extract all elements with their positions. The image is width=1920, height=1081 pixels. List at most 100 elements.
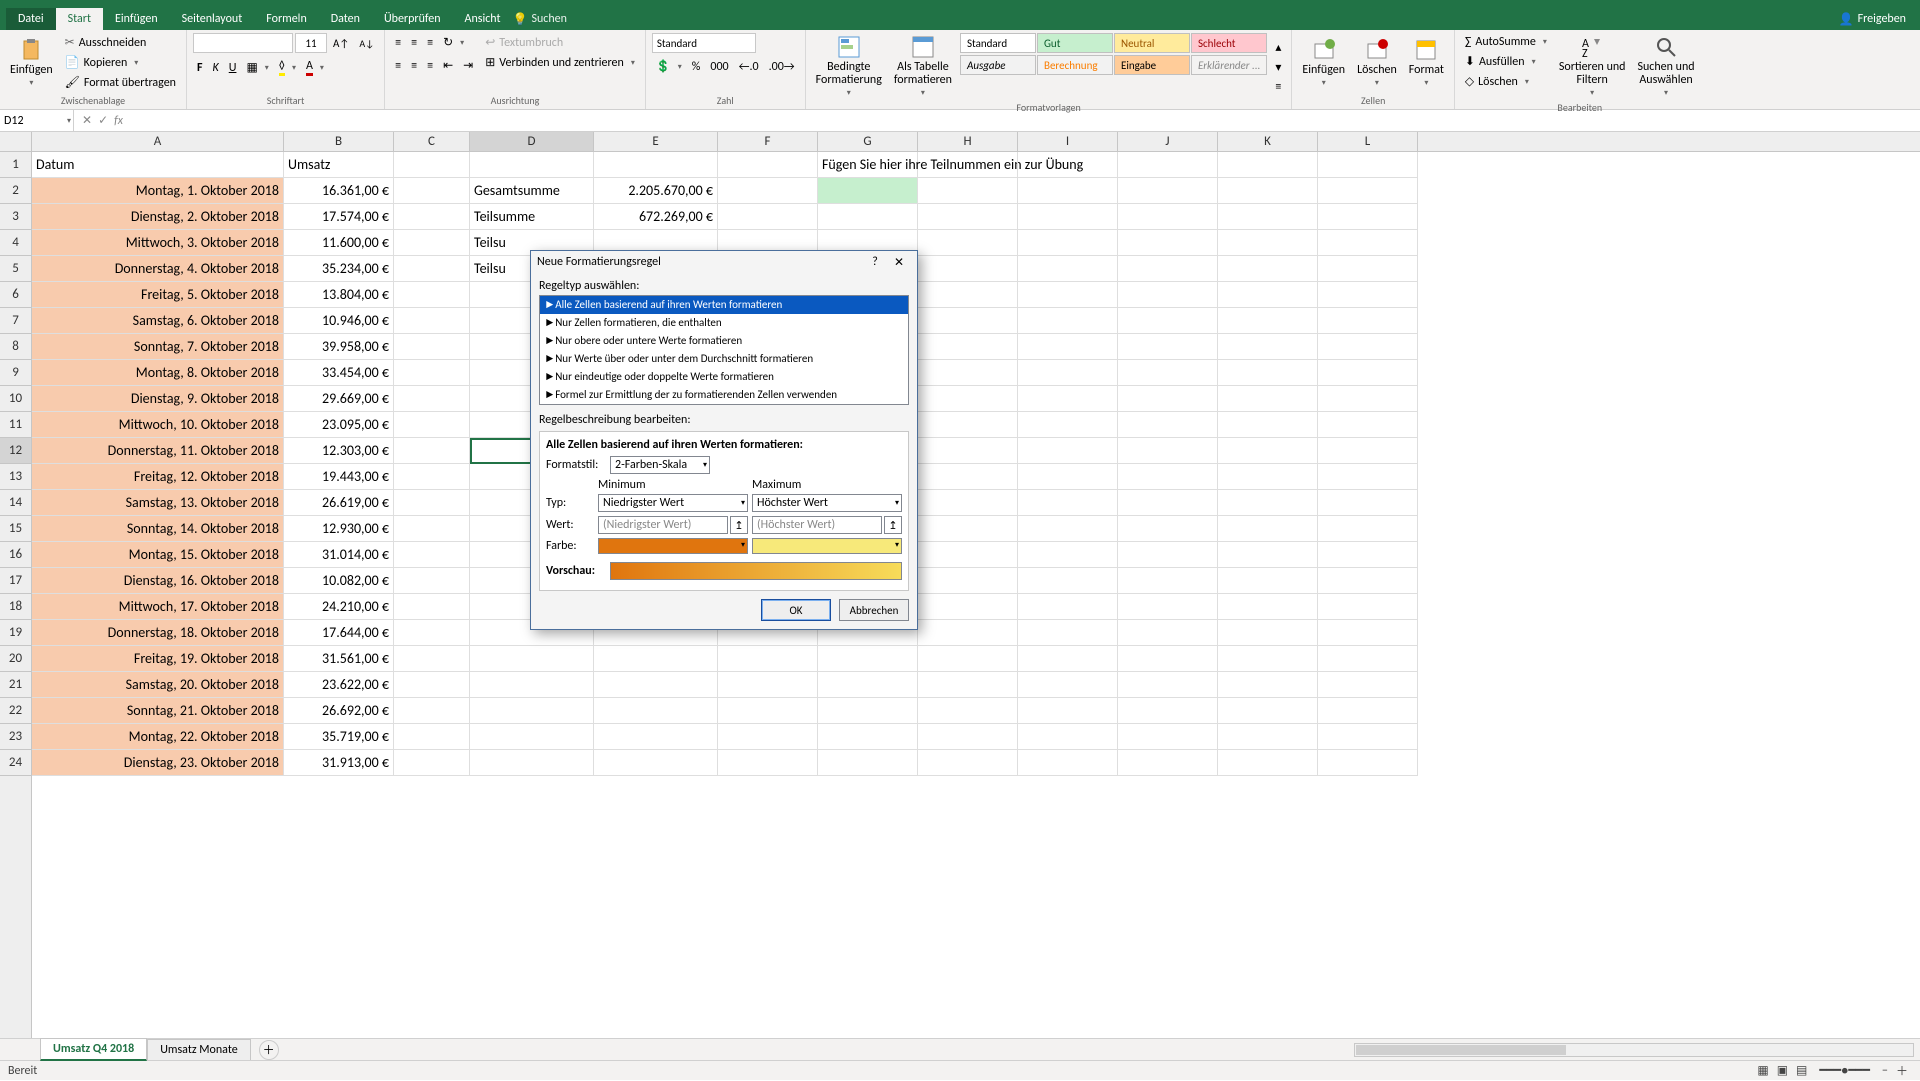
cell-K20[interactable]: [1218, 646, 1318, 672]
cell-K18[interactable]: [1218, 594, 1318, 620]
tab-formeln[interactable]: Formeln: [254, 8, 318, 30]
cell-C8[interactable]: [394, 334, 470, 360]
cell-F3[interactable]: [718, 204, 818, 230]
cell-G3[interactable]: [818, 204, 918, 230]
tab-seitenlayout[interactable]: Seitenlayout: [170, 8, 255, 30]
cell-J19[interactable]: [1118, 620, 1218, 646]
cell-E24[interactable]: [594, 750, 718, 776]
rule-type-item-1[interactable]: ►Nur Zellen formatieren, die enthalten: [540, 314, 908, 332]
wert-max-ref-button[interactable]: ↥: [884, 516, 902, 534]
cell-K16[interactable]: [1218, 542, 1318, 568]
cell-A9[interactable]: Montag, 8. Oktober 2018: [32, 360, 284, 386]
cell-C17[interactable]: [394, 568, 470, 594]
cell-C9[interactable]: [394, 360, 470, 386]
cell-H14[interactable]: [918, 490, 1018, 516]
cell-E22[interactable]: [594, 698, 718, 724]
row-header-17[interactable]: 17: [0, 568, 31, 594]
cell-A23[interactable]: Montag, 22. Oktober 2018: [32, 724, 284, 750]
typ-max-select[interactable]: Höchster Wert▾: [752, 494, 902, 512]
cell-B7[interactable]: 10.946,00 €: [284, 308, 394, 334]
wert-min-ref-button[interactable]: ↥: [730, 516, 748, 534]
style-gallery-up[interactable]: ▴: [1271, 38, 1285, 57]
cell-K12[interactable]: [1218, 438, 1318, 464]
fill-color-button[interactable]: ◊: [275, 57, 300, 78]
cell-L18[interactable]: [1318, 594, 1418, 620]
tab-einfuegen[interactable]: Einfügen: [103, 8, 170, 30]
cell-B9[interactable]: 33.454,00 €: [284, 360, 394, 386]
cell-B16[interactable]: 31.014,00 €: [284, 542, 394, 568]
orientation-button[interactable]: ↻: [439, 33, 468, 52]
cell-F23[interactable]: [718, 724, 818, 750]
cell-E20[interactable]: [594, 646, 718, 672]
rule-type-item-0[interactable]: ►Alle Zellen basierend auf ihren Werten …: [540, 296, 908, 314]
row-header-5[interactable]: 5: [0, 256, 31, 282]
cell-A19[interactable]: Donnerstag, 18. Oktober 2018: [32, 620, 284, 646]
suchen-auswaehlen-button[interactable]: Suchen und Auswählen▾: [1633, 33, 1698, 100]
name-box[interactable]: D12▾: [0, 110, 74, 131]
cell-J16[interactable]: [1118, 542, 1218, 568]
row-header-6[interactable]: 6: [0, 282, 31, 308]
rule-type-list[interactable]: ►Alle Zellen basierend auf ihren Werten …: [539, 295, 909, 405]
row-header-8[interactable]: 8: [0, 334, 31, 360]
cell-H13[interactable]: [918, 464, 1018, 490]
cell-F24[interactable]: [718, 750, 818, 776]
cell-C24[interactable]: [394, 750, 470, 776]
wert-min-input[interactable]: (Niedrigster Wert): [598, 516, 728, 534]
cell-C11[interactable]: [394, 412, 470, 438]
cell-K11[interactable]: [1218, 412, 1318, 438]
cell-J24[interactable]: [1118, 750, 1218, 776]
cell-H1[interactable]: [918, 152, 1018, 178]
cell-E21[interactable]: [594, 672, 718, 698]
cell-H9[interactable]: [918, 360, 1018, 386]
kopieren-button[interactable]: 📄Kopieren: [61, 53, 180, 72]
cell-I10[interactable]: [1018, 386, 1118, 412]
cell-I17[interactable]: [1018, 568, 1118, 594]
comma-button[interactable]: 000: [706, 58, 732, 76]
column-header-F[interactable]: F: [718, 132, 818, 151]
cell-I3[interactable]: [1018, 204, 1118, 230]
cell-B22[interactable]: 26.692,00 €: [284, 698, 394, 724]
ok-button[interactable]: OK: [761, 599, 831, 621]
cell-C22[interactable]: [394, 698, 470, 724]
freigeben-button[interactable]: 👤 Freigeben: [1835, 10, 1910, 29]
cell-B14[interactable]: 26.619,00 €: [284, 490, 394, 516]
cell-I9[interactable]: [1018, 360, 1118, 386]
border-button[interactable]: ▦: [242, 58, 272, 77]
cell-L10[interactable]: [1318, 386, 1418, 412]
cell-D21[interactable]: [470, 672, 594, 698]
cell-D2[interactable]: Gesamtsumme: [470, 178, 594, 204]
cell-H23[interactable]: [918, 724, 1018, 750]
cell-A10[interactable]: Dienstag, 9. Oktober 2018: [32, 386, 284, 412]
cell-J17[interactable]: [1118, 568, 1218, 594]
cell-G23[interactable]: [818, 724, 918, 750]
row-header-12[interactable]: 12: [0, 438, 31, 464]
cell-B24[interactable]: 31.913,00 €: [284, 750, 394, 776]
cell-A2[interactable]: Montag, 1. Oktober 2018: [32, 178, 284, 204]
cell-J22[interactable]: [1118, 698, 1218, 724]
style-standard[interactable]: Standard: [960, 33, 1036, 53]
cell-C18[interactable]: [394, 594, 470, 620]
number-format-select[interactable]: Standard: [652, 33, 756, 53]
cell-H19[interactable]: [918, 620, 1018, 646]
cell-C16[interactable]: [394, 542, 470, 568]
cell-A21[interactable]: Samstag, 20. Oktober 2018: [32, 672, 284, 698]
cell-L12[interactable]: [1318, 438, 1418, 464]
cell-H24[interactable]: [918, 750, 1018, 776]
align-top-button[interactable]: ≡: [391, 34, 405, 52]
cell-H3[interactable]: [918, 204, 1018, 230]
cell-G22[interactable]: [818, 698, 918, 724]
cell-K8[interactable]: [1218, 334, 1318, 360]
cell-H2[interactable]: [918, 178, 1018, 204]
row-header-3[interactable]: 3: [0, 204, 31, 230]
cell-B5[interactable]: 35.234,00 €: [284, 256, 394, 282]
cell-L19[interactable]: [1318, 620, 1418, 646]
row-header-23[interactable]: 23: [0, 724, 31, 750]
formatstil-select[interactable]: 2-Farben-Skala▾: [610, 456, 710, 474]
cell-J13[interactable]: [1118, 464, 1218, 490]
cell-B13[interactable]: 19.443,00 €: [284, 464, 394, 490]
tab-start[interactable]: Start: [56, 8, 103, 30]
rule-type-item-5[interactable]: ►Formel zur Ermittlung der zu formatiere…: [540, 386, 908, 404]
indent-increase-button[interactable]: ⇥: [459, 56, 477, 75]
row-header-11[interactable]: 11: [0, 412, 31, 438]
row-header-20[interactable]: 20: [0, 646, 31, 672]
